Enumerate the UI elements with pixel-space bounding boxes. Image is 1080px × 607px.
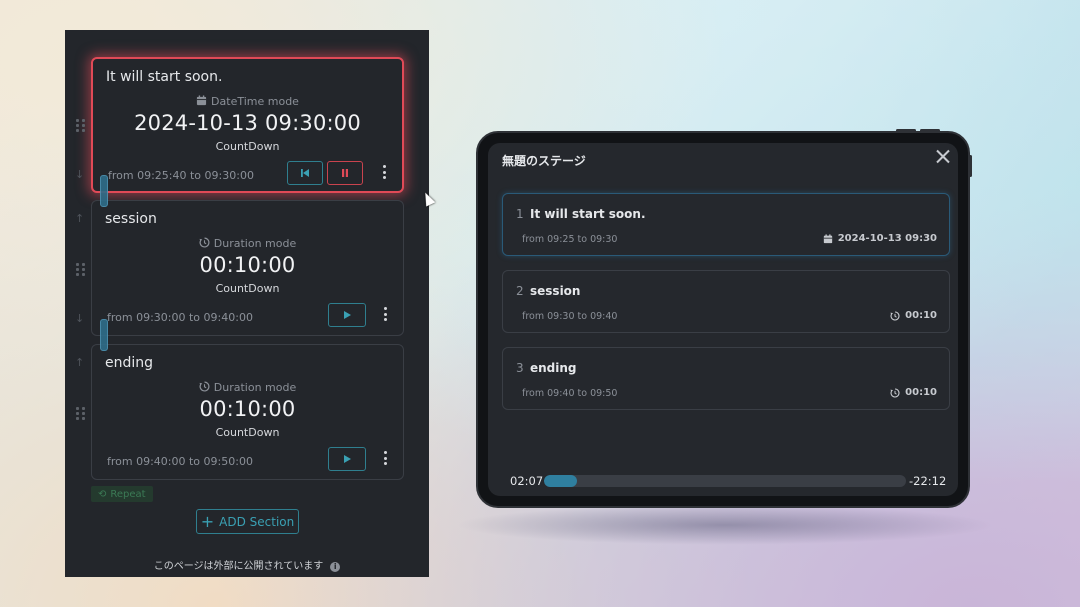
timer-editor-panel: It will start soon. DateTime mode 2024-1… bbox=[65, 30, 429, 577]
move-down-icon[interactable]: ↓ bbox=[75, 312, 84, 325]
section-kind: CountDown bbox=[215, 282, 280, 295]
section-range: from 09:40:00 to 09:50:00 bbox=[107, 455, 253, 468]
more-options-icon[interactable] bbox=[382, 165, 386, 179]
more-options-icon[interactable] bbox=[383, 307, 387, 321]
skip-back-icon bbox=[301, 169, 309, 177]
section-card-3[interactable]: ending Duration mode 00:10:00 CountDown … bbox=[91, 344, 404, 480]
row-title: ending bbox=[530, 361, 577, 375]
info-icon[interactable]: i bbox=[330, 562, 341, 572]
history-icon bbox=[199, 381, 210, 392]
row-range: from 09:25 to 09:30 bbox=[522, 234, 618, 245]
row-value-text: 00:10 bbox=[905, 387, 937, 398]
row-range: from 09:40 to 09:50 bbox=[522, 388, 618, 399]
calendar-icon bbox=[196, 95, 207, 106]
add-section-button[interactable]: + ADD Section bbox=[196, 509, 299, 534]
stage-title: 無題のステージ bbox=[502, 154, 586, 168]
section-mode: DateTime mode bbox=[93, 95, 402, 108]
tablet-shadow bbox=[455, 505, 995, 545]
tablet-power-button bbox=[969, 155, 972, 177]
stage-row-1[interactable]: 1 It will start soon. from 09:25 to 09:3… bbox=[502, 193, 950, 256]
section-target-value: 00:10:00 bbox=[199, 397, 296, 421]
pause-icon bbox=[342, 169, 348, 177]
pause-button[interactable] bbox=[327, 161, 363, 185]
row-value: 00:10 bbox=[890, 310, 937, 321]
remaining-time: -22:12 bbox=[909, 474, 947, 488]
row-value: 00:10 bbox=[890, 387, 937, 398]
row-title: It will start soon. bbox=[530, 207, 646, 221]
elapsed-time: 02:07 bbox=[510, 474, 544, 488]
tablet-volume-button bbox=[920, 129, 940, 132]
stage-row-2[interactable]: 2 session from 09:30 to 09:40 00:10 bbox=[502, 270, 950, 333]
play-icon bbox=[344, 311, 351, 319]
section-target-value: 2024-10-13 09:30:00 bbox=[134, 111, 361, 135]
section-mode-label: DateTime mode bbox=[211, 95, 299, 108]
play-icon bbox=[344, 455, 351, 463]
play-button[interactable] bbox=[328, 303, 366, 327]
row-value: 2024-10-13 09:30 bbox=[823, 233, 937, 244]
move-up-icon[interactable]: ↑ bbox=[75, 356, 84, 369]
section-mode: Duration mode bbox=[92, 237, 403, 250]
stage-row-3[interactable]: 3 ending from 09:40 to 09:50 00:10 bbox=[502, 347, 950, 410]
row-title: session bbox=[530, 284, 581, 298]
drag-handle-icon[interactable] bbox=[76, 119, 86, 132]
section-title: session bbox=[105, 211, 157, 227]
section-title: It will start soon. bbox=[106, 69, 223, 85]
repeat-toggle[interactable]: ⟲ Repeat bbox=[91, 486, 153, 502]
repeat-label: Repeat bbox=[110, 488, 146, 500]
row-number: 3 bbox=[516, 361, 524, 375]
add-section-label: ADD Section bbox=[219, 514, 295, 529]
section-boundary-handle[interactable] bbox=[100, 319, 108, 351]
skip-back-button[interactable] bbox=[287, 161, 323, 185]
close-icon[interactable] bbox=[936, 149, 950, 163]
repeat-icon: ⟲ bbox=[98, 488, 107, 500]
history-icon bbox=[890, 387, 900, 398]
drag-handle-icon[interactable] bbox=[76, 407, 86, 420]
section-kind: CountDown bbox=[215, 140, 280, 153]
section-mode-label: Duration mode bbox=[213, 381, 297, 394]
section-range: from 09:30:00 to 09:40:00 bbox=[107, 311, 253, 324]
section-mode-label: Duration mode bbox=[213, 237, 297, 250]
section-title: ending bbox=[105, 355, 154, 371]
drag-handle-icon[interactable] bbox=[76, 263, 86, 276]
history-icon bbox=[890, 310, 900, 321]
tablet-preview: 無題のステージ 1 It will start soon. from 09:25… bbox=[476, 129, 972, 508]
section-card-2[interactable]: session Duration mode 00:10:00 CountDown… bbox=[91, 200, 404, 336]
move-down-icon[interactable]: ↓ bbox=[75, 168, 84, 181]
section-kind: CountDown bbox=[215, 426, 280, 439]
section-card-1[interactable]: It will start soon. DateTime mode 2024-1… bbox=[91, 57, 404, 193]
tablet-screen: 無題のステージ 1 It will start soon. from 09:25… bbox=[488, 143, 958, 496]
public-notice-text: このページは外部に公開されています bbox=[153, 561, 324, 572]
play-button[interactable] bbox=[328, 447, 366, 471]
history-icon bbox=[199, 237, 210, 248]
section-mode: Duration mode bbox=[92, 381, 403, 394]
section-range: from 09:25:40 to 09:30:00 bbox=[108, 169, 254, 182]
more-options-icon[interactable] bbox=[383, 451, 387, 465]
tablet-volume-button bbox=[896, 129, 916, 132]
row-value-text: 2024-10-13 09:30 bbox=[837, 233, 937, 244]
section-boundary-handle[interactable] bbox=[100, 175, 108, 207]
row-number: 1 bbox=[516, 207, 524, 221]
section-target-value: 00:10:00 bbox=[199, 253, 296, 277]
progress-bar-fill bbox=[544, 475, 577, 487]
public-notice: このページは外部に公開されています i bbox=[65, 557, 429, 572]
move-up-icon[interactable]: ↑ bbox=[75, 212, 84, 225]
row-value-text: 00:10 bbox=[905, 310, 937, 321]
plus-icon: + bbox=[200, 511, 215, 531]
row-number: 2 bbox=[516, 284, 524, 298]
progress-bar bbox=[544, 475, 906, 487]
calendar-icon bbox=[823, 233, 832, 243]
row-range: from 09:30 to 09:40 bbox=[522, 311, 618, 322]
